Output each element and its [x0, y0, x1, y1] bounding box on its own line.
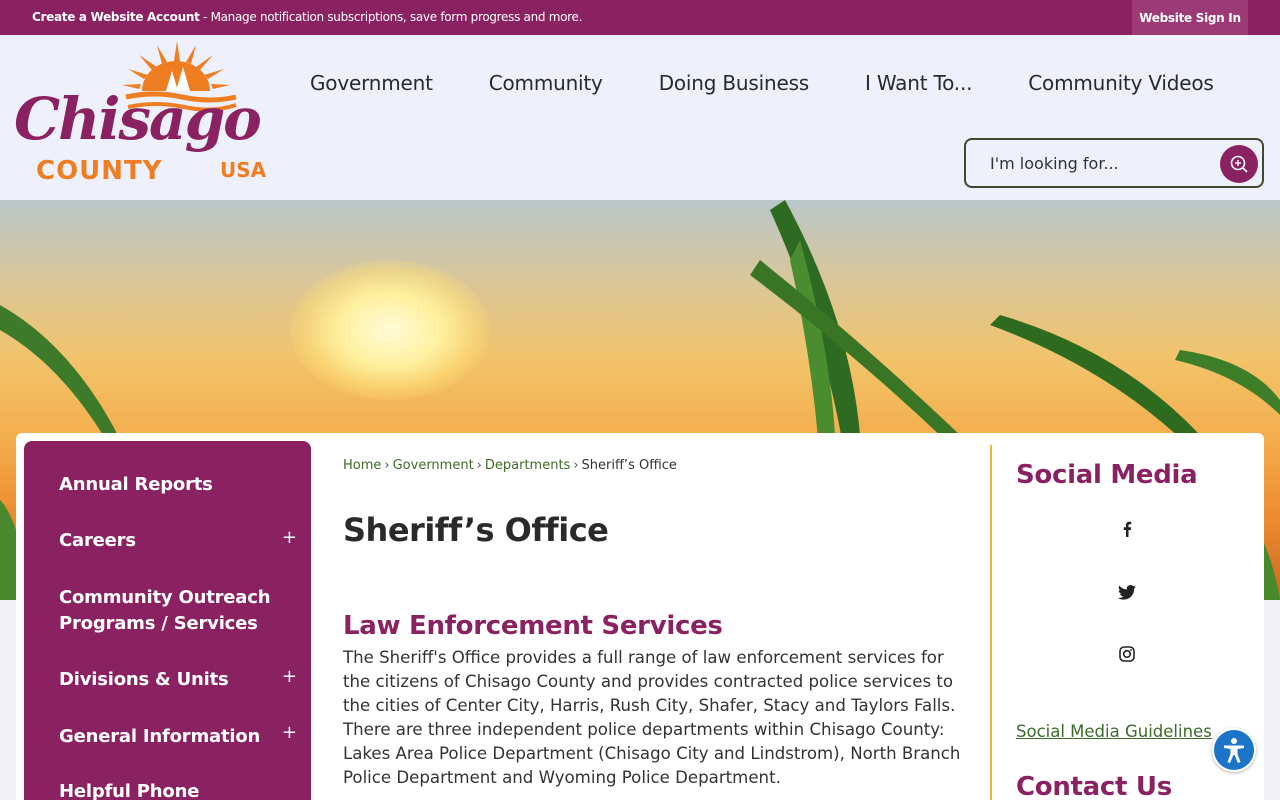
instagram-icon	[1119, 646, 1135, 662]
search-icon	[1230, 155, 1248, 173]
social-media-guidelines-link[interactable]: Social Media Guidelines	[1016, 722, 1212, 741]
section-paragraph: The Sheriff's Office provides a full ran…	[343, 648, 961, 787]
main-nav: Government Community Doing Business I Wa…	[282, 71, 1242, 95]
facebook-link[interactable]	[1116, 518, 1138, 540]
logo-county: COUNTY	[36, 156, 163, 186]
accessibility-icon	[1224, 738, 1244, 763]
nav-doing-business[interactable]: Doing Business	[631, 71, 837, 95]
twitter-icon	[1118, 584, 1136, 600]
nav-community-videos[interactable]: Community Videos	[1000, 71, 1241, 95]
create-account-label[interactable]: Create a Website Account	[32, 10, 200, 24]
nav-community[interactable]: Community	[461, 71, 631, 95]
main-content: Home › Government › Departments › Sheriff’s Of…	[343, 458, 973, 787]
right-column: Social Media Social Media Guidelines Con…	[1016, 460, 1256, 800]
breadcrumb-current: Sheriff’s Office	[581, 458, 677, 473]
contact-us-heading: Contact Us	[1016, 772, 1172, 800]
breadcrumb-separator: ›	[476, 458, 482, 473]
breadcrumb-separator: ›	[573, 458, 579, 473]
sidebar-item-divisions-units[interactable]: Divisions & Units	[59, 667, 311, 693]
breadcrumb-government[interactable]: Government	[393, 458, 474, 473]
sidebar-nav: Annual Reports Careers + Community Outre…	[24, 441, 311, 800]
sidebar-item-annual-reports[interactable]: Annual Reports	[59, 472, 311, 498]
section-title: Law Enforcement Services	[343, 611, 723, 641]
breadcrumb-separator: ›	[384, 458, 390, 473]
breadcrumb-departments[interactable]: Departments	[485, 458, 570, 473]
sunburst-icon	[122, 41, 230, 91]
sidebar-item-careers[interactable]: Careers	[59, 528, 311, 554]
breadcrumb: Home › Government › Departments › Sheriff’s Of…	[343, 458, 973, 473]
nav-government[interactable]: Government	[282, 71, 461, 95]
sidebar-item-community-outreach[interactable]: Community Outreach Programs / Services	[59, 585, 279, 637]
create-account-link[interactable]: Create a Website Account - Manage notifi…	[32, 10, 582, 24]
search-box[interactable]: I'm looking for...	[964, 138, 1264, 188]
create-account-description: - Manage notification subscriptions, sav…	[199, 10, 583, 24]
social-media-heading: Social Media	[1016, 460, 1198, 490]
page-title: Sheriff’s Office	[343, 511, 609, 549]
chisago-county-logo[interactable]: Chisago COUNTY USA	[14, 39, 270, 189]
expand-general-icon[interactable]: +	[282, 722, 297, 743]
search-button[interactable]	[1220, 145, 1258, 183]
sidebar-item-general-information[interactable]: General Information	[59, 724, 311, 750]
logo-wordmark: Chisago	[14, 85, 260, 153]
twitter-link[interactable]	[1116, 581, 1138, 603]
nav-i-want-to[interactable]: I Want To...	[837, 71, 1000, 95]
expand-divisions-icon[interactable]: +	[282, 666, 297, 687]
search-input[interactable]: I'm looking for...	[990, 154, 1119, 173]
top-bar: Create a Website Account - Manage notifi…	[0, 0, 1280, 35]
facebook-icon	[1123, 521, 1132, 537]
sidebar-item-helpful-phone[interactable]: Helpful Phone	[59, 779, 311, 800]
instagram-link[interactable]	[1116, 643, 1138, 665]
breadcrumb-home[interactable]: Home	[343, 458, 381, 473]
sign-in-button[interactable]: Website Sign In	[1132, 0, 1248, 35]
accessibility-button[interactable]	[1212, 728, 1256, 772]
expand-careers-icon[interactable]: +	[282, 527, 297, 548]
logo-usa: USA	[220, 158, 267, 182]
column-divider	[990, 445, 992, 800]
site-header: Chisago COUNTY USA Government Community …	[0, 35, 1280, 200]
